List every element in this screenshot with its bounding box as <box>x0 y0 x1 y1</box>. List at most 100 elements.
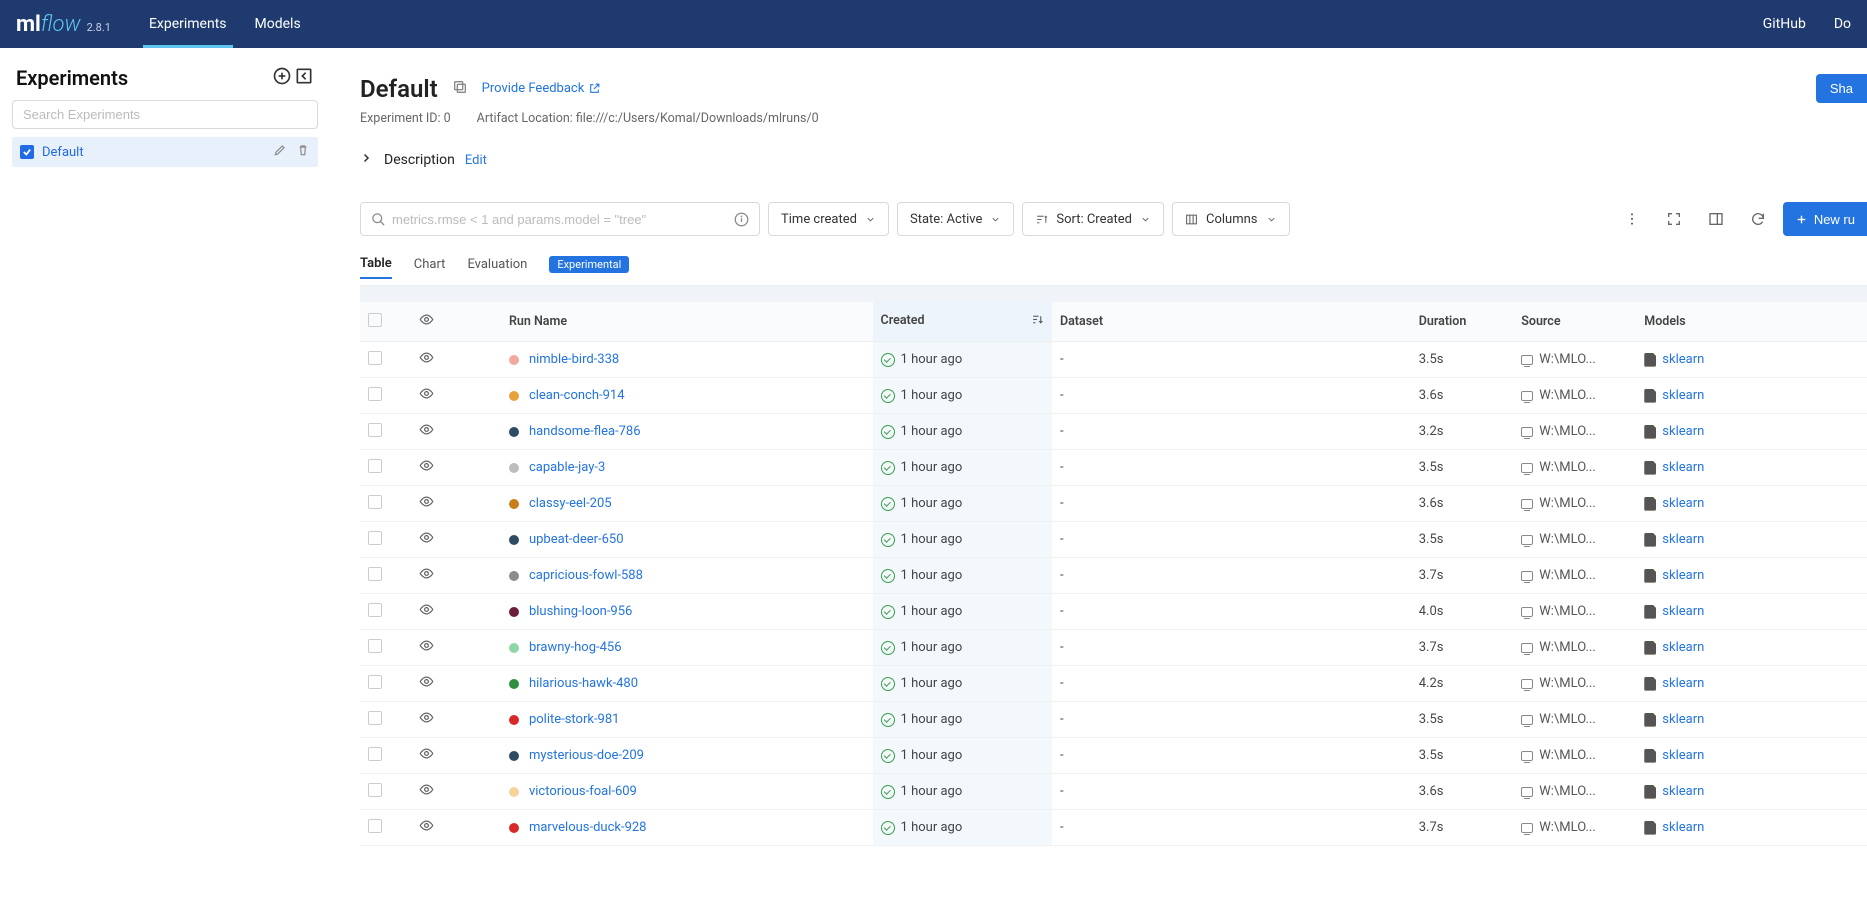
row-checkbox[interactable] <box>360 378 411 414</box>
row-visibility-icon[interactable] <box>411 486 462 522</box>
table-row[interactable]: capricious-fowl-5881 hour ago-3.7sW:\MLO… <box>360 558 1867 594</box>
table-row[interactable]: polite-stork-9811 hour ago-3.5sW:\MLO...… <box>360 702 1867 738</box>
row-source[interactable]: W:\MLO... <box>1513 630 1636 666</box>
header-run-name[interactable]: Run Name <box>501 302 873 342</box>
row-source[interactable]: W:\MLO... <box>1513 702 1636 738</box>
expand-description-icon[interactable] <box>360 152 374 168</box>
table-row[interactable]: victorious-foal-6091 hour ago-3.6sW:\MLO… <box>360 774 1867 810</box>
columns-dropdown[interactable]: Columns <box>1172 202 1290 236</box>
copy-title-icon[interactable] <box>452 79 468 99</box>
row-visibility-icon[interactable] <box>411 594 462 630</box>
tab-table[interactable]: Table <box>360 250 392 279</box>
table-row[interactable]: mysterious-doe-2091 hour ago-3.5sW:\MLO.… <box>360 738 1867 774</box>
row-source[interactable]: W:\MLO... <box>1513 450 1636 486</box>
table-row[interactable]: hilarious-hawk-4801 hour ago-4.2sW:\MLO.… <box>360 666 1867 702</box>
new-run-button[interactable]: New ru <box>1783 202 1867 236</box>
delete-experiment-icon[interactable] <box>290 146 310 161</box>
row-checkbox[interactable] <box>360 522 411 558</box>
row-model[interactable]: sklearn <box>1636 342 1867 378</box>
sort-dropdown[interactable]: Sort: Created <box>1022 202 1164 236</box>
row-visibility-icon[interactable] <box>411 450 462 486</box>
logo[interactable]: mlflow 2.8.1 <box>16 12 111 37</box>
row-run-name[interactable]: classy-eel-205 <box>501 486 873 522</box>
row-run-name[interactable]: capricious-fowl-588 <box>501 558 873 594</box>
edit-description-link[interactable]: Edit <box>465 153 487 168</box>
row-checkbox[interactable] <box>360 414 411 450</box>
row-run-name[interactable]: nimble-bird-338 <box>501 342 873 378</box>
row-checkbox[interactable] <box>360 702 411 738</box>
row-model[interactable]: sklearn <box>1636 738 1867 774</box>
header-visibility-icon[interactable] <box>411 302 462 342</box>
row-source[interactable]: W:\MLO... <box>1513 810 1636 846</box>
row-checkbox[interactable] <box>360 558 411 594</box>
row-source[interactable]: W:\MLO... <box>1513 414 1636 450</box>
row-visibility-icon[interactable] <box>411 378 462 414</box>
row-source[interactable]: W:\MLO... <box>1513 486 1636 522</box>
nav-docs[interactable]: Do <box>1820 0 1851 48</box>
table-row[interactable]: marvelous-duck-9281 hour ago-3.7sW:\MLO.… <box>360 810 1867 846</box>
row-source[interactable]: W:\MLO... <box>1513 342 1636 378</box>
row-run-name[interactable]: blushing-loon-956 <box>501 594 873 630</box>
row-visibility-icon[interactable] <box>411 414 462 450</box>
row-model[interactable]: sklearn <box>1636 774 1867 810</box>
header-checkbox[interactable] <box>360 302 411 342</box>
table-row[interactable]: nimble-bird-3381 hour ago-3.5sW:\MLO...s… <box>360 342 1867 378</box>
experiment-checkbox[interactable] <box>20 145 34 159</box>
row-checkbox[interactable] <box>360 630 411 666</box>
row-checkbox[interactable] <box>360 738 411 774</box>
header-models[interactable]: Models <box>1636 302 1867 342</box>
row-run-name[interactable]: mysterious-doe-209 <box>501 738 873 774</box>
tab-evaluation[interactable]: Evaluation <box>467 251 527 278</box>
row-checkbox[interactable] <box>360 342 411 378</box>
row-source[interactable]: W:\MLO... <box>1513 558 1636 594</box>
add-experiment-icon[interactable] <box>272 66 292 90</box>
row-run-name[interactable]: marvelous-duck-928 <box>501 810 873 846</box>
row-visibility-icon[interactable] <box>411 342 462 378</box>
row-model[interactable]: sklearn <box>1636 378 1867 414</box>
table-row[interactable]: clean-conch-9141 hour ago-3.6sW:\MLO...s… <box>360 378 1867 414</box>
row-source[interactable]: W:\MLO... <box>1513 378 1636 414</box>
row-model[interactable]: sklearn <box>1636 666 1867 702</box>
row-run-name[interactable]: polite-stork-981 <box>501 702 873 738</box>
row-model[interactable]: sklearn <box>1636 594 1867 630</box>
row-checkbox[interactable] <box>360 486 411 522</box>
row-model[interactable]: sklearn <box>1636 702 1867 738</box>
row-checkbox[interactable] <box>360 774 411 810</box>
row-visibility-icon[interactable] <box>411 774 462 810</box>
more-menu-icon[interactable] <box>1615 202 1649 236</box>
panel-toggle-icon[interactable] <box>1699 202 1733 236</box>
table-row[interactable]: upbeat-deer-6501 hour ago-3.5sW:\MLO...s… <box>360 522 1867 558</box>
collapse-sidebar-icon[interactable] <box>294 66 314 90</box>
header-dataset[interactable]: Dataset <box>1052 302 1411 342</box>
refresh-icon[interactable] <box>1741 202 1775 236</box>
header-source[interactable]: Source <box>1513 302 1636 342</box>
row-model[interactable]: sklearn <box>1636 630 1867 666</box>
row-model[interactable]: sklearn <box>1636 810 1867 846</box>
row-run-name[interactable]: handsome-flea-786 <box>501 414 873 450</box>
experiment-list-item[interactable]: Default <box>12 137 318 167</box>
row-model[interactable]: sklearn <box>1636 450 1867 486</box>
row-visibility-icon[interactable] <box>411 630 462 666</box>
row-checkbox[interactable] <box>360 450 411 486</box>
table-row[interactable]: blushing-loon-9561 hour ago-4.0sW:\MLO..… <box>360 594 1867 630</box>
nav-experiments[interactable]: Experiments <box>135 0 241 48</box>
feedback-link[interactable]: Provide Feedback <box>482 81 602 96</box>
table-row[interactable]: brawny-hog-4561 hour ago-3.7sW:\MLO...sk… <box>360 630 1867 666</box>
row-visibility-icon[interactable] <box>411 810 462 846</box>
share-button[interactable]: Sha <box>1816 74 1867 103</box>
row-run-name[interactable]: brawny-hog-456 <box>501 630 873 666</box>
nav-models[interactable]: Models <box>241 0 315 48</box>
tab-chart[interactable]: Chart <box>414 251 446 278</box>
row-visibility-icon[interactable] <box>411 738 462 774</box>
header-duration[interactable]: Duration <box>1411 302 1514 342</box>
row-source[interactable]: W:\MLO... <box>1513 666 1636 702</box>
row-checkbox[interactable] <box>360 594 411 630</box>
row-run-name[interactable]: capable-jay-3 <box>501 450 873 486</box>
table-row[interactable]: classy-eel-2051 hour ago-3.6sW:\MLO...sk… <box>360 486 1867 522</box>
row-visibility-icon[interactable] <box>411 558 462 594</box>
row-source[interactable]: W:\MLO... <box>1513 594 1636 630</box>
time-filter-dropdown[interactable]: Time created <box>768 202 889 236</box>
search-experiments-input[interactable] <box>12 100 318 129</box>
row-run-name[interactable]: victorious-foal-609 <box>501 774 873 810</box>
table-row[interactable]: capable-jay-31 hour ago-3.5sW:\MLO...skl… <box>360 450 1867 486</box>
